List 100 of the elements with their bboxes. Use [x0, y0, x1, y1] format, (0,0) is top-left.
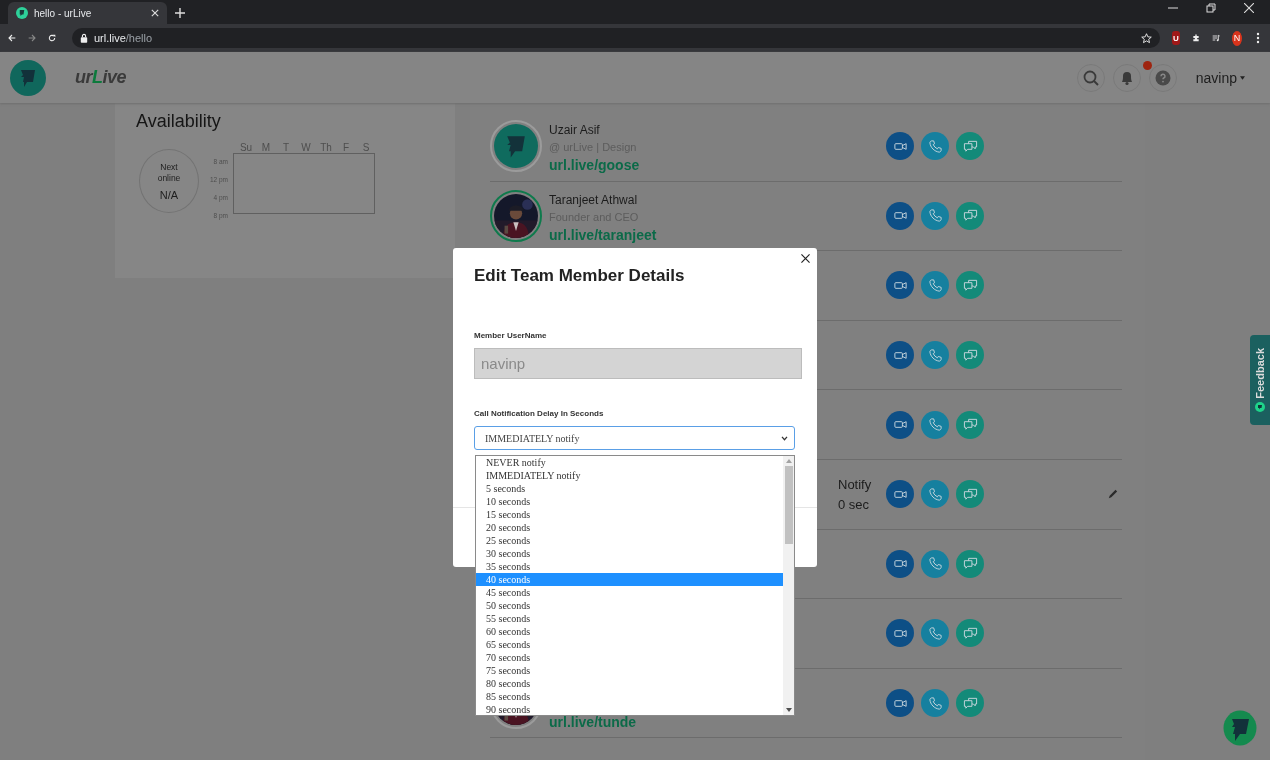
chat-button[interactable]: [956, 689, 984, 718]
chat-launcher-icon[interactable]: [1223, 710, 1257, 746]
help-icon[interactable]: [1148, 63, 1177, 92]
restore-icon[interactable]: [1206, 3, 1216, 13]
phone-call-button[interactable]: [921, 132, 949, 161]
chat-icon: [962, 278, 978, 293]
dropdown-option[interactable]: 70 seconds: [476, 651, 783, 664]
dropdown-option[interactable]: 30 seconds: [476, 547, 783, 560]
back-arrow-icon[interactable]: [8, 32, 16, 44]
dropdown-option[interactable]: IMMEDIATELY notify: [476, 469, 783, 482]
video-call-button[interactable]: [886, 689, 914, 718]
phone-call-button[interactable]: [921, 549, 949, 578]
chevron-down-icon: [781, 435, 788, 441]
chat-button[interactable]: [956, 480, 984, 509]
chat-button[interactable]: [956, 619, 984, 648]
chat-button[interactable]: [956, 132, 984, 161]
dropdown-option[interactable]: NEVER notify: [476, 456, 783, 469]
day-label: M: [260, 142, 272, 153]
chat-button[interactable]: [956, 271, 984, 300]
reload-icon[interactable]: [48, 32, 56, 44]
dropdown-option[interactable]: 80 seconds: [476, 677, 783, 690]
close-icon[interactable]: [801, 254, 810, 263]
video-call-button[interactable]: [886, 549, 914, 578]
phone-call-icon: [927, 208, 943, 224]
scroll-up-icon[interactable]: [785, 459, 792, 463]
extension-button[interactable]: U: [1172, 31, 1180, 45]
chat-icon: [962, 347, 978, 363]
delay-select[interactable]: IMMEDIATELY notify: [474, 426, 795, 450]
chat-icon: [962, 138, 978, 154]
dropdown-option[interactable]: 50 seconds: [476, 599, 783, 612]
dropdown-option[interactable]: 55 seconds: [476, 612, 783, 625]
section-title: Availability: [136, 111, 222, 132]
star-icon[interactable]: [1141, 32, 1152, 44]
next-online-label: Next online: [156, 161, 182, 184]
forward-arrow-icon[interactable]: [28, 32, 36, 44]
chat-button[interactable]: [956, 549, 984, 578]
playlist-icon[interactable]: [1212, 32, 1220, 44]
notify-value: 0 sec: [838, 496, 871, 512]
chat-button[interactable]: [956, 410, 984, 439]
feedback-tab[interactable]: Feedback: [1250, 335, 1270, 425]
bell-icon[interactable]: [1112, 63, 1141, 92]
favicon-icon: [16, 7, 28, 19]
video-call-button[interactable]: [886, 341, 914, 370]
scroll-down-icon[interactable]: [785, 708, 792, 712]
chat-icon: [962, 556, 978, 572]
phone-call-button[interactable]: [921, 341, 949, 370]
member-name: Uzair Asif: [549, 123, 601, 138]
user-menu[interactable]: navinp: [1195, 69, 1245, 86]
phone-call-button[interactable]: [921, 271, 949, 300]
dropdown-option[interactable]: 35 seconds: [476, 560, 783, 573]
video-call-button[interactable]: [886, 619, 914, 648]
plus-icon[interactable]: [175, 8, 185, 18]
phone-call-icon: [927, 695, 943, 711]
dropdown-option[interactable]: 10 seconds: [476, 495, 783, 508]
dropdown-option[interactable]: 45 seconds: [476, 586, 783, 599]
member-name: Taranjeet Athwal: [549, 192, 639, 207]
chat-icon: [962, 417, 978, 433]
dropdown-option[interactable]: 85 seconds: [476, 690, 783, 703]
dropdown-option[interactable]: 25 seconds: [476, 534, 783, 547]
phone-call-button[interactable]: [921, 410, 949, 439]
dropdown-option[interactable]: 20 seconds: [476, 521, 783, 534]
video-call-button[interactable]: [886, 201, 914, 230]
chat-button[interactable]: [956, 341, 984, 370]
url-text: url.live/hello: [94, 32, 153, 44]
video-call-button[interactable]: [886, 410, 914, 439]
next-online-value: N/A: [159, 188, 179, 201]
dropdown-option[interactable]: 15 seconds: [476, 508, 783, 521]
address-bar[interactable]: url.live/hello: [72, 28, 1160, 48]
chat-icon: [962, 208, 978, 224]
day-label: F: [341, 142, 351, 153]
scrollbar-thumb[interactable]: [784, 466, 793, 544]
search-icon[interactable]: [1076, 63, 1105, 92]
field-label: Member UserName: [474, 331, 548, 340]
phone-call-icon: [927, 138, 943, 154]
phone-call-button[interactable]: [921, 689, 949, 718]
dropdown-option[interactable]: 90 seconds: [476, 703, 783, 716]
more-menu-icon[interactable]: [1254, 32, 1262, 44]
scrollbar[interactable]: [783, 456, 794, 715]
phone-call-button[interactable]: [921, 201, 949, 230]
tab-title: hello - urLive: [34, 7, 93, 19]
notify-label: Notify: [838, 476, 873, 492]
phone-call-icon: [927, 417, 943, 433]
pencil-icon[interactable]: [1108, 489, 1118, 500]
chat-icon: [962, 695, 978, 711]
chat-bubble-icon: [1255, 401, 1265, 412]
video-call-button[interactable]: [886, 132, 914, 161]
video-call-button[interactable]: [886, 271, 914, 300]
phone-call-icon: [927, 347, 943, 363]
chat-button[interactable]: [956, 201, 984, 230]
dropdown-option[interactable]: 75 seconds: [476, 664, 783, 677]
dropdown-option[interactable]: 5 seconds: [476, 482, 783, 495]
video-call-button[interactable]: [886, 480, 914, 509]
dialog-title: Edit Team Member Details: [474, 266, 686, 286]
profile-avatar[interactable]: N: [1232, 30, 1242, 46]
dropdown-option[interactable]: 65 seconds: [476, 638, 783, 651]
browser-tab[interactable]: hello - urLive: [8, 2, 167, 24]
logo-icon[interactable]: [10, 58, 46, 97]
dropdown-option[interactable]: 60 seconds: [476, 625, 783, 638]
phone-call-button[interactable]: [921, 619, 949, 648]
phone-call-button[interactable]: [921, 480, 949, 509]
